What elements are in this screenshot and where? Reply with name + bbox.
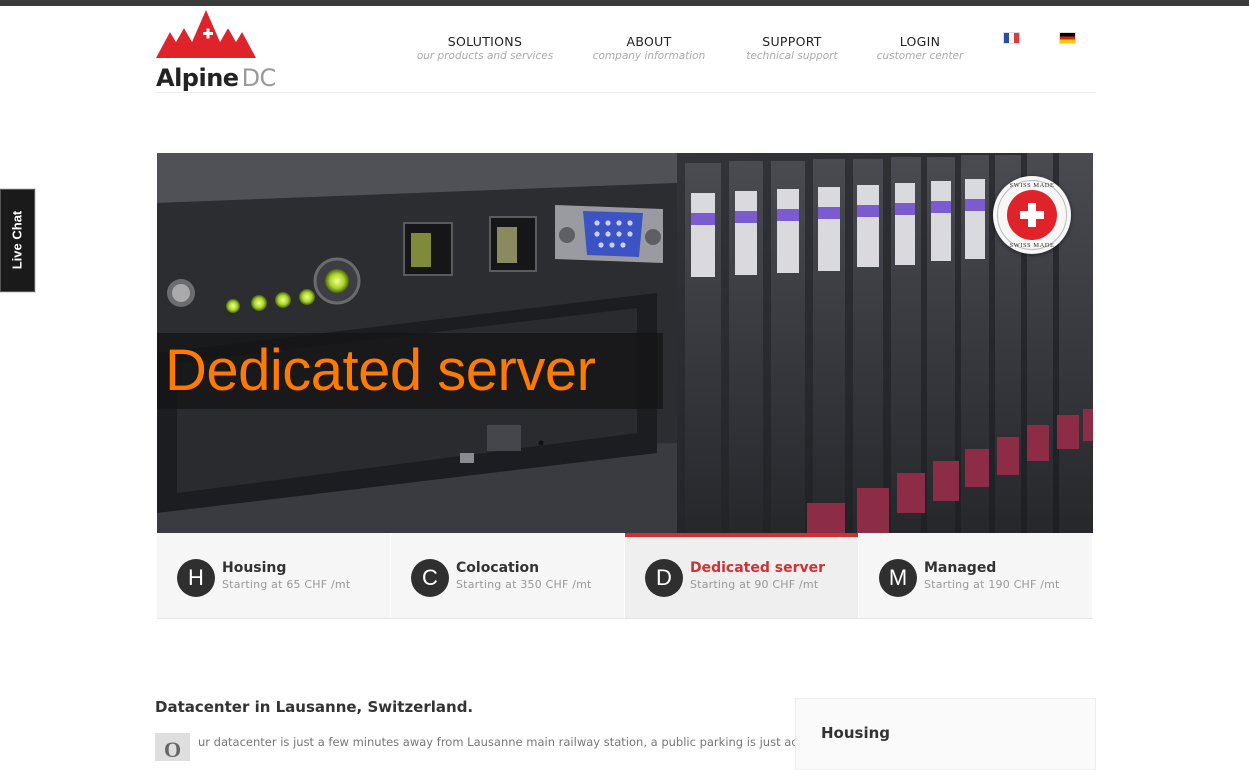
nav-title: ABOUT: [626, 34, 672, 49]
tab-colocation[interactable]: C Colocation Starting at 350 CHF /mt: [391, 533, 625, 618]
tab-price: Starting at 65 CHF /mt: [222, 578, 351, 591]
service-tabs: H Housing Starting at 65 CHF /mt C Coloc…: [157, 533, 1093, 619]
sidebar-title: Housing: [821, 724, 891, 742]
badge-text-bottom: SWISS MADE: [1009, 242, 1055, 249]
nav-about[interactable]: ABOUT company information: [590, 34, 708, 62]
tab-title: Housing: [222, 560, 287, 576]
tab-price: Starting at 90 CHF /mt: [690, 578, 819, 591]
mountain-icon: [156, 10, 256, 58]
sidebar-box: Housing: [795, 698, 1096, 770]
swiss-made-badge: SWISS MADE SWISS MADE: [993, 176, 1071, 254]
live-chat-tab[interactable]: Live Chat: [0, 189, 35, 292]
nav-subtitle: customer center: [876, 50, 964, 62]
header-divider: [156, 92, 1096, 93]
nav-support[interactable]: SUPPORT technical support: [744, 34, 840, 62]
section-heading: Datacenter in Lausanne, Switzerland.: [155, 698, 474, 716]
intro-paragraph: ur datacenter is just a few minutes away…: [198, 735, 822, 749]
logo-wordmark: Alpine DC: [156, 64, 276, 92]
live-chat-label: Live Chat: [9, 210, 25, 270]
dedicated-letter-icon: D: [645, 559, 683, 597]
tab-price: Starting at 190 CHF /mt: [924, 578, 1060, 591]
nav-subtitle: our products and services: [416, 50, 554, 62]
managed-letter-icon: M: [879, 559, 917, 597]
nav-login[interactable]: LOGIN customer center: [876, 34, 964, 62]
flag-de-icon[interactable]: [1059, 32, 1076, 44]
flag-fr-icon[interactable]: [1003, 32, 1020, 44]
nav-title: SOLUTIONS: [447, 34, 523, 49]
logo-name-bold: Alpine: [156, 64, 239, 92]
colocation-letter-icon: C: [411, 559, 449, 597]
tab-managed[interactable]: M Managed Starting at 190 CHF /mt: [859, 533, 1093, 618]
tab-housing[interactable]: H Housing Starting at 65 CHF /mt: [157, 533, 391, 618]
badge-text-top: SWISS MADE: [1009, 182, 1055, 189]
tab-title: Managed: [924, 560, 997, 576]
tab-title: Dedicated server: [690, 560, 826, 576]
tab-title: Colocation: [456, 560, 540, 576]
tab-dedicated-server[interactable]: D Dedicated server Starting at 90 CHF /m…: [625, 533, 859, 618]
nav-title: LOGIN: [899, 34, 941, 49]
top-bar: [0, 0, 1249, 6]
alpine-dc-logo[interactable]: Alpine DC: [156, 8, 276, 92]
housing-letter-icon: H: [177, 559, 215, 597]
logo-name-light: DC: [241, 64, 277, 92]
nav-title: SUPPORT: [762, 34, 822, 49]
nav-subtitle: company information: [592, 50, 706, 62]
hero-banner: Dedicated server SWISS MADE SWISS MADE: [157, 153, 1093, 533]
nav-solutions[interactable]: SOLUTIONS our products and services: [416, 34, 554, 62]
hero-caption-box: Dedicated server: [157, 333, 663, 409]
nav-subtitle: technical support: [746, 50, 838, 62]
hero-caption-text: Dedicated server: [165, 338, 596, 403]
tab-price: Starting at 350 CHF /mt: [456, 578, 592, 591]
